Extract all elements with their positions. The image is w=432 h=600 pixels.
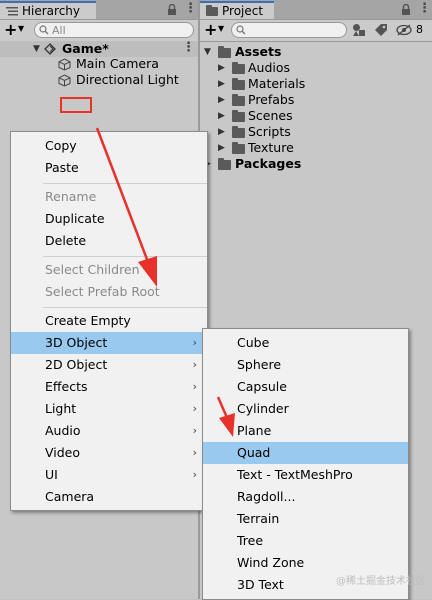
annotation-arrow [95,127,157,287]
watermark: @稀土掘金技术社区 [336,576,426,587]
annotation-arrows [95,127,235,437]
annotation-arrow [216,396,235,437]
